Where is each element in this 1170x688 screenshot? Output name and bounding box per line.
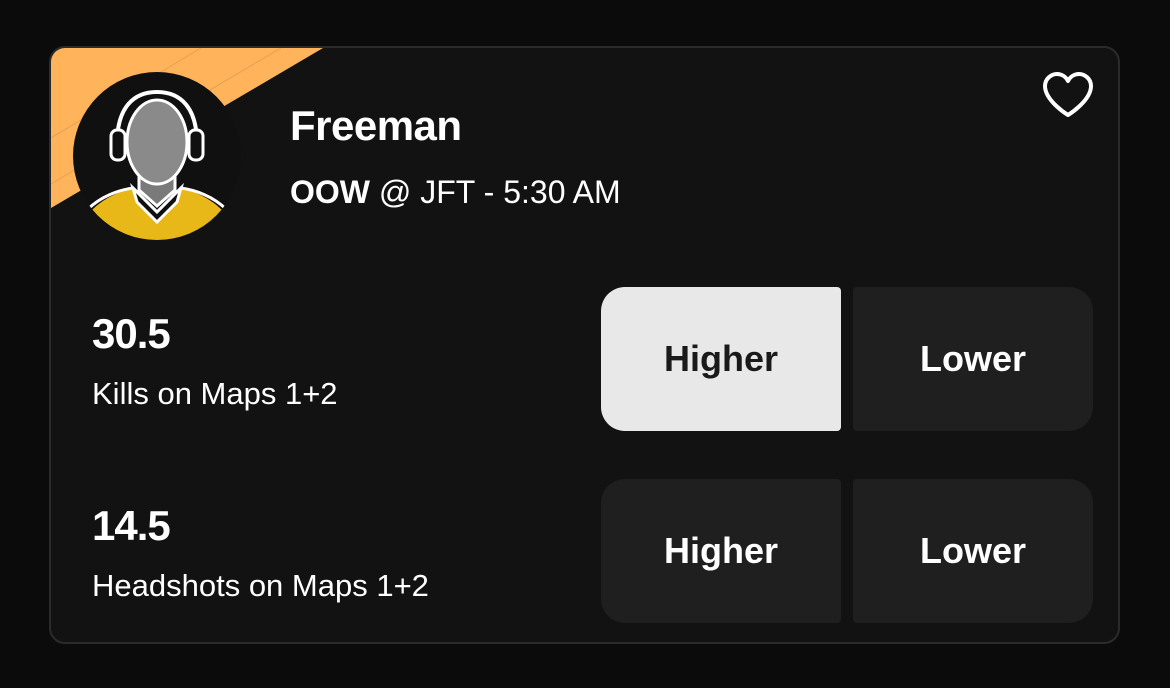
prop-line-value: 30.5 <box>92 310 171 357</box>
team-abbreviation: OOW <box>290 174 370 210</box>
prop-kills: 30.5 Kills on Maps 1+2 <box>92 310 338 412</box>
prop-line-value: 14.5 <box>92 502 171 549</box>
player-name: Freeman <box>290 102 462 149</box>
higher-button[interactable]: Higher <box>601 287 841 431</box>
player-avatar <box>73 72 241 240</box>
heart-outline-icon[interactable] <box>1041 71 1095 121</box>
matchup-time: @ JFT - 5:30 AM <box>369 174 621 210</box>
lower-button[interactable]: Lower <box>853 287 1093 431</box>
prop-stat-label: Headshots on Maps 1+2 <box>92 568 429 603</box>
match-info: OOW @ JFT - 5:30 AM <box>290 174 621 211</box>
lower-button[interactable]: Lower <box>853 479 1093 623</box>
prop-headshots: 14.5 Headshots on Maps 1+2 <box>92 502 429 604</box>
prop-stat-label: Kills on Maps 1+2 <box>92 376 338 411</box>
higher-button[interactable]: Higher <box>601 479 841 623</box>
player-prop-card: Freeman OOW @ JFT - 5:30 AM 30.5 Kills o… <box>49 46 1120 644</box>
